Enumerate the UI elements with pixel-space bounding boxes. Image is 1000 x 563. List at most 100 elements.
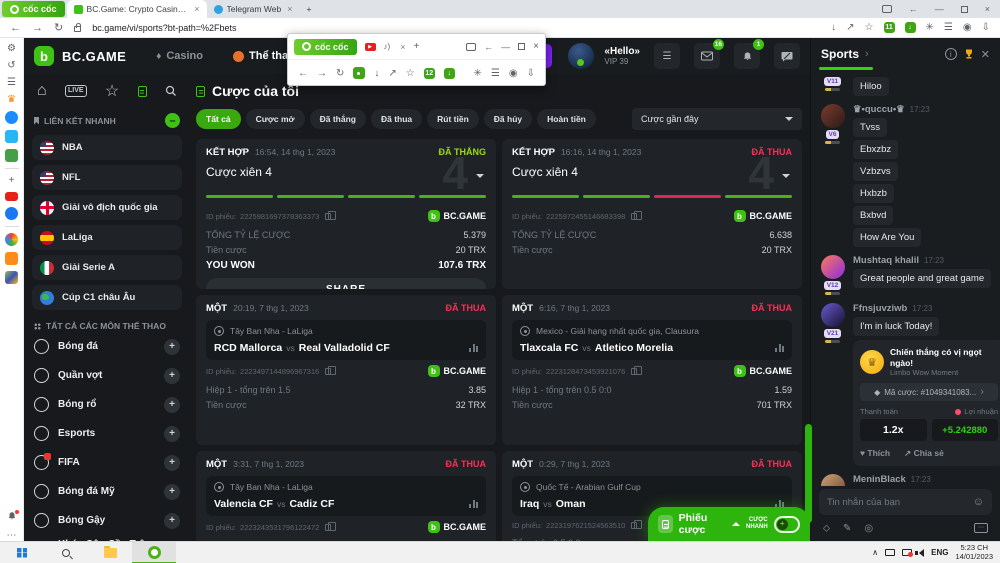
tab-search-icon[interactable]	[882, 5, 892, 13]
expand-plus-button[interactable]: +	[164, 455, 180, 471]
sidebar-item-football[interactable]: Bóng đá +	[32, 332, 182, 361]
facebook-icon[interactable]	[5, 207, 18, 220]
reading-list-icon[interactable]: ☰	[7, 77, 16, 88]
add-shortcut-icon[interactable]: +	[9, 175, 15, 186]
filter-refund[interactable]: Hoàn tiền	[537, 109, 596, 129]
file-explorer-button[interactable]	[88, 542, 132, 563]
youtube-icon[interactable]	[5, 192, 18, 201]
user-avatar[interactable]	[568, 43, 594, 69]
bcgame-logo-text[interactable]: BC.GAME	[62, 49, 126, 64]
profile-icon[interactable]: ◉	[963, 22, 972, 33]
bet-list-button[interactable]: ☰	[654, 43, 680, 69]
tab-close-icon[interactable]: ×	[287, 4, 292, 14]
maximize-button[interactable]	[961, 6, 968, 13]
download-extension-icon[interactable]: ↓	[905, 22, 916, 33]
volume-icon[interactable]	[919, 549, 924, 557]
zalo-icon[interactable]	[5, 130, 18, 143]
history-icon[interactable]: ↺	[7, 60, 15, 71]
filter-cancelled[interactable]: Đã hủy	[484, 109, 532, 129]
copy-icon[interactable]	[631, 368, 637, 375]
quick-bet-toggle[interactable]: +	[774, 516, 800, 533]
coin-icon[interactable]: ◎	[864, 523, 873, 534]
filter-cashout[interactable]: Rút tiền	[427, 109, 479, 129]
notifications-button[interactable]: 1	[734, 43, 760, 69]
new-tab-button[interactable]: +	[299, 0, 318, 18]
close-button[interactable]: ×	[985, 4, 990, 14]
share-icon[interactable]: ↗	[846, 22, 854, 33]
expand-plus-button[interactable]: +	[164, 484, 180, 500]
avatar[interactable]	[821, 303, 845, 327]
copy-icon[interactable]	[631, 213, 637, 220]
filter-won[interactable]: Đã thắng	[310, 109, 366, 129]
browser-ball-icon[interactable]	[5, 233, 18, 246]
minimize-button[interactable]: —	[935, 4, 944, 14]
expand-plus-button[interactable]: +	[164, 397, 180, 413]
reload-icon[interactable]: ↻	[54, 21, 63, 34]
coccoc-menu-button[interactable]: cốc cốc	[2, 1, 65, 17]
expand-plus-button[interactable]: +	[164, 368, 180, 384]
avatar[interactable]	[821, 474, 845, 486]
match-box[interactable]: Tây Ban Nha - LaLiga Valencia CF vs Cadi…	[206, 476, 486, 516]
forward-icon[interactable]: →	[317, 68, 327, 79]
sidebar-item-serie-a[interactable]: Giải Serie A	[32, 255, 182, 280]
filter-all[interactable]: Tất cả	[196, 109, 241, 129]
filter-open[interactable]: Cược mở	[246, 109, 305, 129]
forward-icon[interactable]: →	[32, 22, 43, 34]
chevron-right-icon[interactable]: ›	[865, 48, 869, 60]
coccoc-menu-button[interactable]: cốc cốc	[294, 39, 357, 55]
stats-chart-icon[interactable]	[775, 344, 784, 352]
collapse-button[interactable]: –	[165, 113, 180, 128]
tab-bcgame[interactable]: BC.Game: Crypto Casino Gan ×	[67, 0, 207, 18]
emoji-icon[interactable]: ☺	[973, 496, 984, 508]
chat-toggle-button[interactable]	[774, 43, 800, 69]
chat-message-input[interactable]	[827, 497, 973, 508]
campaign-arrow-icon[interactable]: ←	[484, 42, 493, 52]
save-page-icon[interactable]: ↓	[831, 22, 836, 33]
trophy-icon[interactable]	[963, 48, 975, 60]
dice-icon[interactable]: ⬦	[823, 523, 830, 534]
minimize-button[interactable]: —	[501, 42, 510, 52]
rules-pen-icon[interactable]: ✎	[843, 523, 851, 534]
mini-browser-window[interactable]: cốc cốc ▶ ♪) × + ← — × ← → ↻ ↓ ↗ ☆ 12 ↓ …	[287, 33, 546, 86]
filter-lost[interactable]: Đã thua	[371, 109, 422, 129]
like-button[interactable]: ♥ Thích	[860, 448, 890, 459]
campaign-arrow-icon[interactable]: ←	[909, 4, 918, 14]
chat-username[interactable]: Mushtaq khalil	[853, 255, 919, 266]
bet-card-combo-lost[interactable]: KẾT HỢP 16:16, 14 thg 1, 2023 ĐÃ THUA Cư…	[502, 139, 802, 289]
info-icon[interactable]: i	[945, 48, 957, 60]
favorites-star-icon[interactable]: ☆	[105, 81, 119, 101]
copy-icon[interactable]	[631, 522, 637, 529]
messenger-icon[interactable]	[5, 111, 18, 124]
copy-icon[interactable]	[325, 524, 331, 531]
games-icon[interactable]	[5, 149, 18, 162]
flow-icon[interactable]: ☰	[491, 68, 500, 79]
back-icon[interactable]: ←	[10, 22, 21, 34]
sort-dropdown[interactable]: Cược gần đây	[632, 108, 802, 130]
photos-icon[interactable]	[5, 271, 18, 284]
downloader-badge-icon[interactable]: 11	[884, 22, 895, 33]
start-button[interactable]	[0, 542, 44, 563]
match-box[interactable]: Tây Ban Nha - LaLiga RCD Mallorca vs Rea…	[206, 320, 486, 360]
bet-reference-pill[interactable]: ◆ Mã cược: #1049341083... ›	[860, 383, 998, 401]
stats-chart-icon[interactable]	[469, 344, 478, 352]
search-icon[interactable]	[165, 85, 177, 97]
bookmark-star-icon[interactable]: ☆	[865, 22, 874, 33]
sidebar-item-premier-league[interactable]: Giải vô địch quốc gia	[32, 195, 182, 220]
download-extension-icon[interactable]: ↓	[444, 68, 455, 79]
sidebar-item-fifa[interactable]: FIFA +	[32, 448, 182, 477]
taskbar-clock[interactable]: 5:23 CH 14/01/2023	[955, 544, 993, 561]
crown-hot-icon[interactable]: ♛	[7, 94, 16, 105]
betslip-button[interactable]: Phiếu cược CƯỢC NHANH +	[648, 507, 810, 541]
sidebar-item-laliga[interactable]: LaLiga	[32, 225, 182, 250]
back-icon[interactable]: ←	[298, 68, 308, 79]
sidebar-item-american-football[interactable]: Bóng đá Mỹ +	[32, 477, 182, 506]
tab-telegram[interactable]: Telegram Web ×	[207, 0, 300, 18]
chat-username[interactable]: ♛•quccu•♛	[853, 104, 905, 115]
share-button[interactable]: ↗ Chia sẻ	[904, 448, 944, 459]
save-page-icon[interactable]: ↓	[374, 68, 379, 79]
expand-chevron-icon[interactable]	[476, 174, 484, 182]
tab-search-icon[interactable]	[466, 43, 476, 51]
bet-card-single[interactable]: MỘT 6:16, 7 thg 1, 2023 ĐÃ THUA Mexico -…	[502, 295, 802, 445]
downloader-badge-icon[interactable]: 12	[424, 68, 435, 79]
live-icon[interactable]: LIVE	[65, 85, 87, 98]
